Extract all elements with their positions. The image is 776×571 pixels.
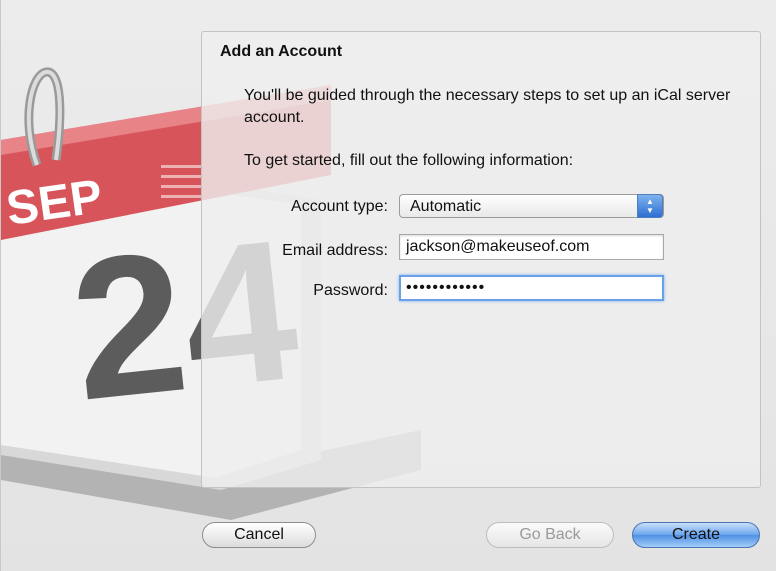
dialog-title: Add an Account	[220, 43, 343, 60]
account-type-value: Automatic	[410, 198, 482, 215]
instruction-text: To get started, fill out the following i…	[244, 152, 574, 169]
up-down-arrows-icon: ▲ ▼	[637, 194, 663, 218]
go-back-button[interactable]: Go Back	[486, 522, 614, 548]
add-account-window: SEP 24 Add an Account You'll be guided t…	[0, 0, 776, 571]
email-field[interactable]: jackson@makeuseof.com	[399, 234, 664, 260]
password-label: Password:	[313, 282, 388, 299]
create-button[interactable]: Create	[632, 522, 760, 548]
account-type-select[interactable]: Automatic ▲ ▼	[399, 194, 664, 218]
password-field[interactable]: ••••••••••••	[399, 275, 664, 301]
intro-text: You'll be guided through the necessary s…	[244, 87, 731, 126]
dialog-panel: Add an Account You'll be guided through …	[201, 31, 761, 488]
cancel-button[interactable]: Cancel	[202, 522, 316, 548]
account-type-label: Account type:	[291, 198, 388, 215]
email-label: Email address:	[282, 242, 388, 259]
